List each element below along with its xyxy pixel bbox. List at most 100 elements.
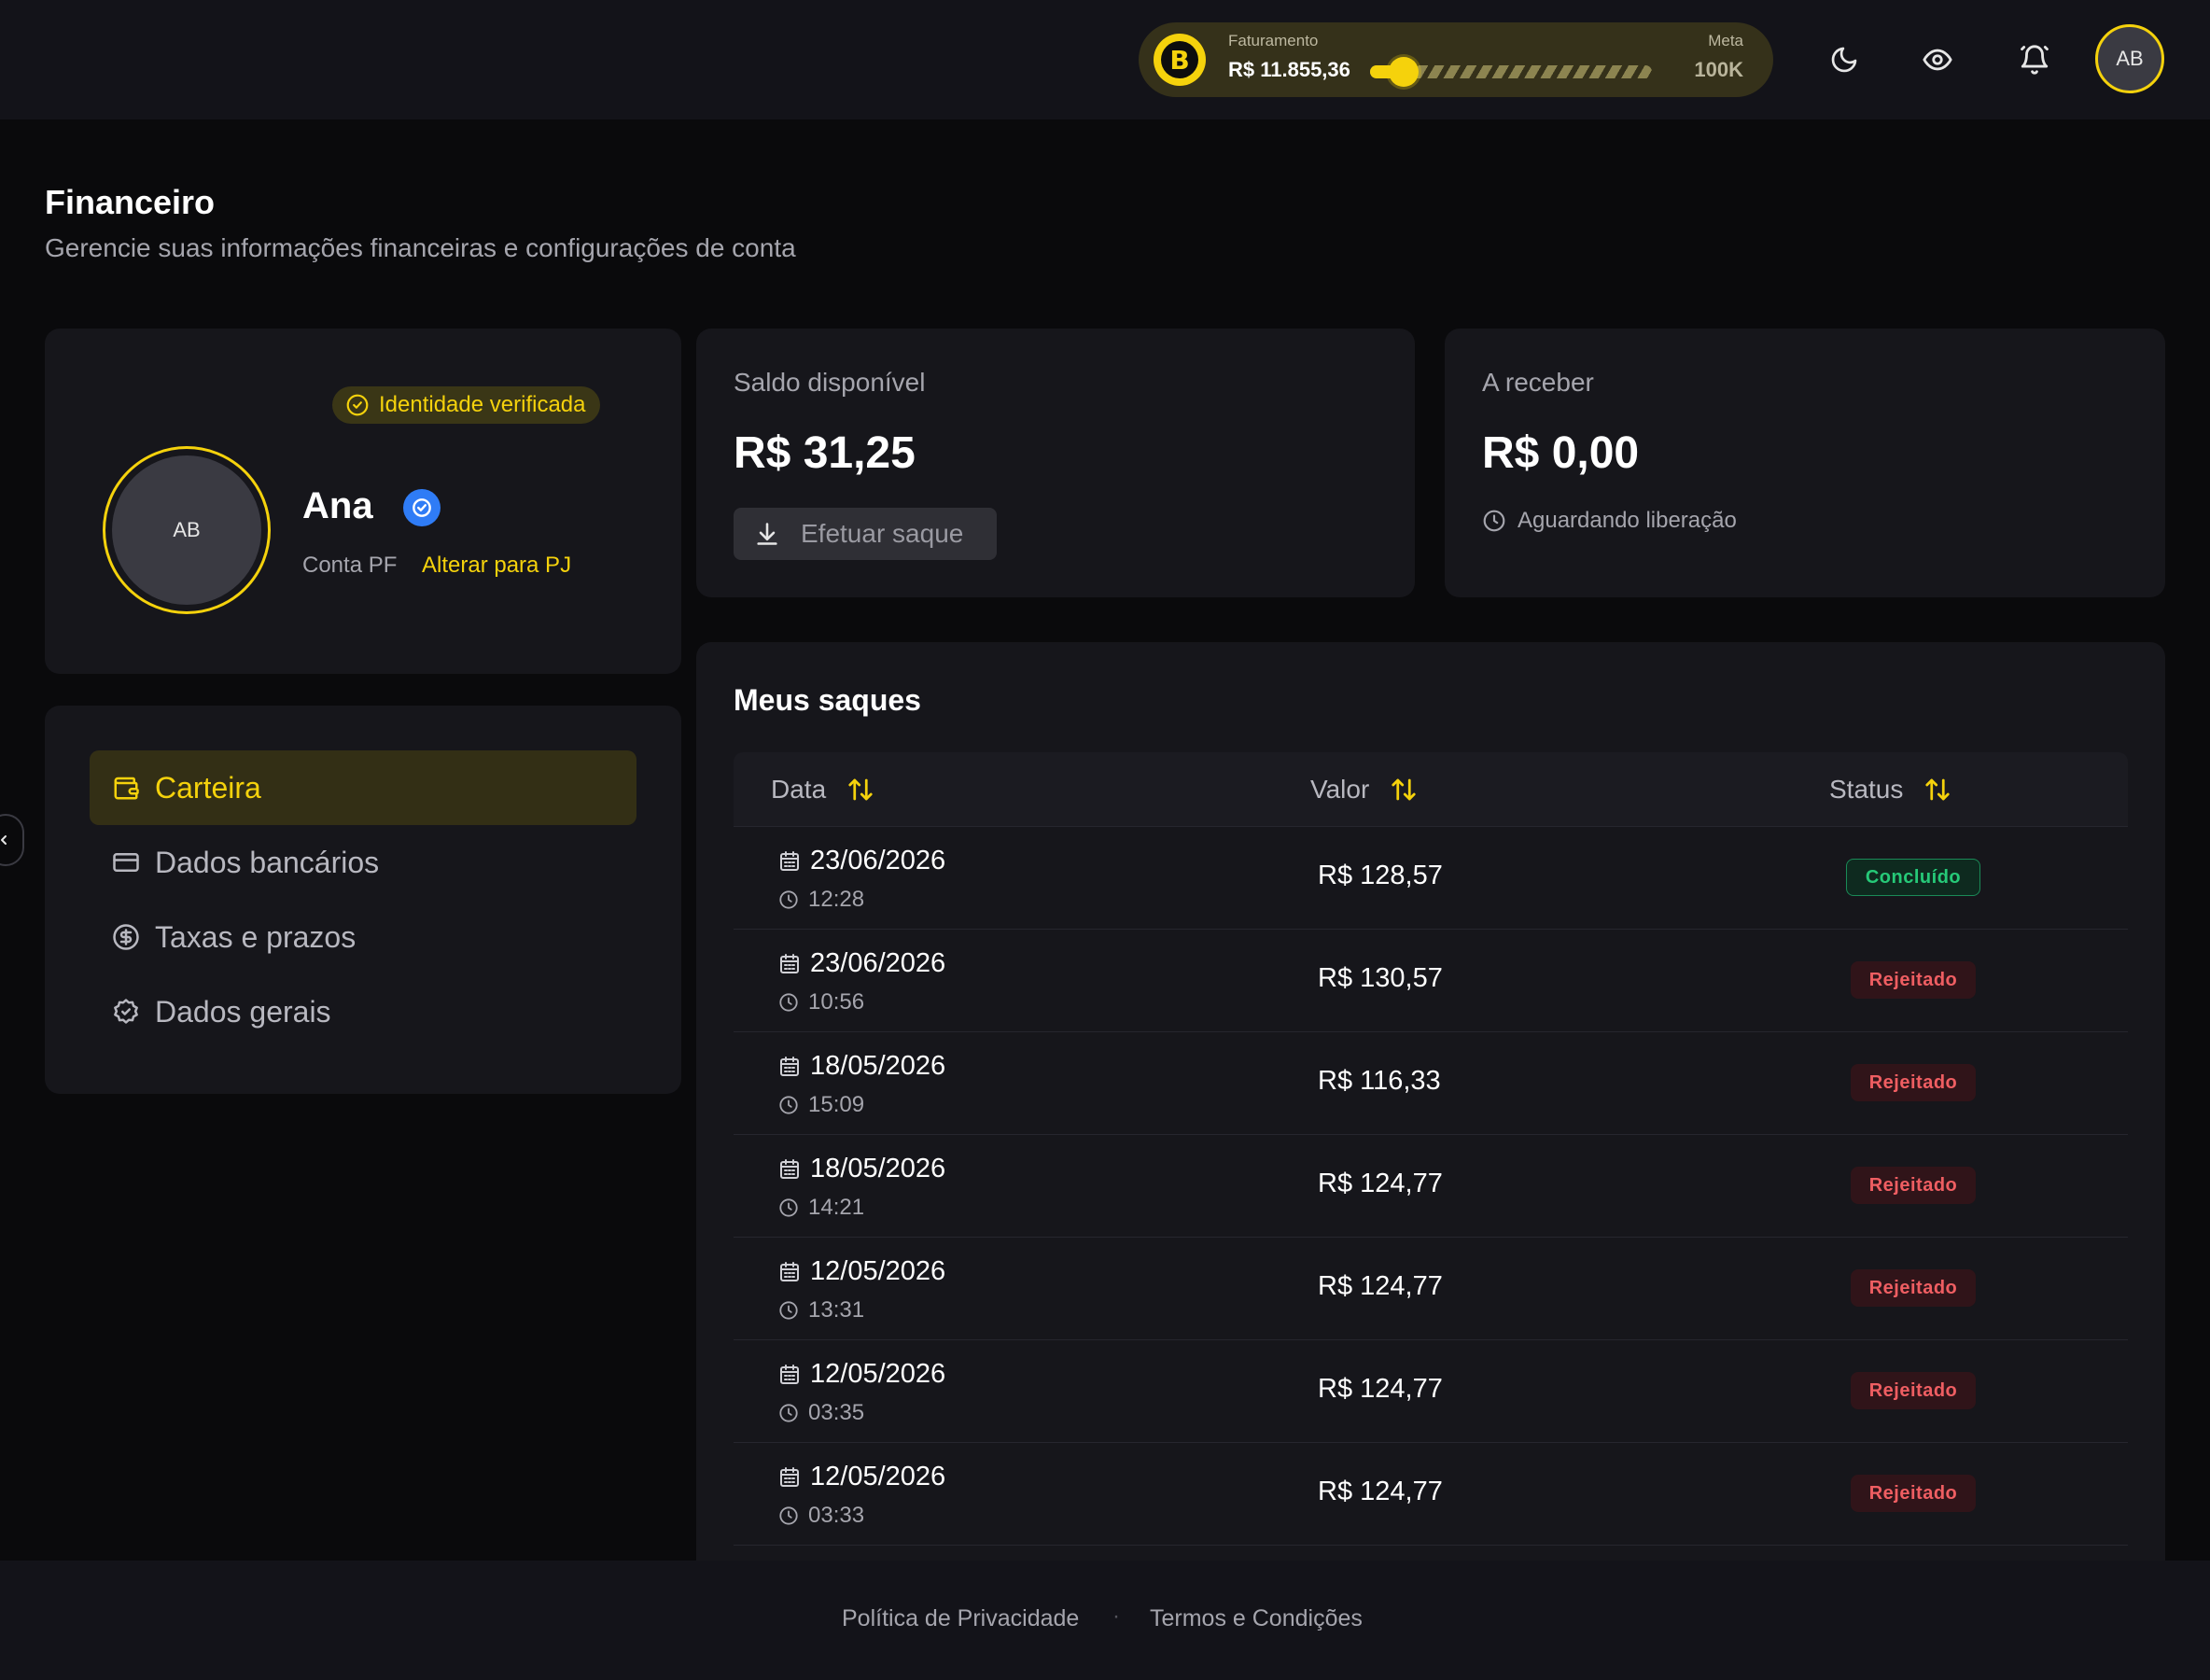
receivable-card: A receber R$ 0,00 Aguardando liberação <box>1445 329 2165 597</box>
sort-icon <box>848 778 873 801</box>
receivable-label: A receber <box>1482 368 1594 397</box>
row-time: 10:56 <box>778 989 864 1015</box>
clock-icon <box>779 1506 798 1525</box>
row-date: 12/05/2026 <box>778 1462 945 1492</box>
top-bar: B Faturamento R$ 11.855,36 Meta 100K AB <box>0 0 2210 119</box>
wallet-icon <box>114 777 139 800</box>
verified-check-icon <box>403 489 441 526</box>
page-title: Financeiro <box>45 183 216 221</box>
table-row[interactable]: 23/06/2026 12:28 R$ 128,57 Concluído <box>734 827 2128 930</box>
terms-link[interactable]: Termos e Condições <box>1150 1605 1363 1632</box>
bell-icon <box>2021 45 2049 75</box>
row-value: R$ 124,77 <box>1318 1169 1443 1198</box>
clock-icon <box>779 1096 798 1114</box>
table-row[interactable]: 23/06/2026 10:56 R$ 130,57 Rejeitado <box>734 930 2128 1032</box>
calendar-icon <box>780 1466 799 1487</box>
sort-icon <box>1925 778 1951 801</box>
calendar-icon <box>780 1056 799 1076</box>
row-time: 12:28 <box>778 887 864 913</box>
menu-item-carteira[interactable]: Carteira <box>90 750 636 825</box>
row-value: R$ 124,77 <box>1318 1271 1443 1301</box>
balance-amount: R$ 31,25 <box>734 428 916 478</box>
status-badge: Rejeitado <box>1851 961 1976 999</box>
identity-verified-badge: Identidade verificada <box>332 386 601 424</box>
withdrawals-card: Meus saques Data Valor Status 23/06/2026… <box>696 642 2165 1561</box>
withdrawals-table-body: 23/06/2026 12:28 R$ 128,57 Concluído 23/… <box>734 827 2128 1546</box>
row-time: 15:09 <box>778 1092 864 1118</box>
page-subtitle: Gerencie suas informações financeiras e … <box>45 233 796 262</box>
row-value: R$ 128,57 <box>1318 861 1443 890</box>
menu-item-label: Carteira <box>155 770 261 805</box>
user-avatar-button[interactable]: AB <box>2095 24 2164 93</box>
menu-item-dados-gerais[interactable]: Dados gerais <box>90 974 636 1049</box>
profile-avatar: AB <box>103 446 271 614</box>
calendar-icon <box>780 953 799 973</box>
profile-card: Identidade verificada AB Ana Conta PF Al… <box>45 329 681 674</box>
withdraw-button[interactable]: Efetuar saque <box>734 508 997 560</box>
withdrawals-title: Meus saques <box>734 683 921 717</box>
row-time: 13:31 <box>778 1297 864 1323</box>
sidebar-collapse-button[interactable] <box>0 814 24 866</box>
clock-icon <box>779 1198 798 1217</box>
dollar-icon <box>113 924 139 950</box>
user-initials: AB <box>2116 47 2144 70</box>
clock-icon <box>779 1404 798 1422</box>
moon-icon <box>1831 47 1857 73</box>
calendar-icon <box>780 850 799 871</box>
identity-verified-label: Identidade verificada <box>379 392 586 417</box>
revenue-goal-widget[interactable]: B Faturamento R$ 11.855,36 Meta 100K <box>1139 22 1773 97</box>
receivable-note: Aguardando liberação <box>1482 508 1737 534</box>
menu-item-taxas-prazos[interactable]: Taxas e prazos <box>90 900 636 974</box>
status-badge: Concluído <box>1846 859 1980 896</box>
switch-to-pj-link[interactable]: Alterar para PJ <box>422 553 571 579</box>
table-row[interactable]: 18/05/2026 15:09 R$ 116,33 Rejeitado <box>734 1032 2128 1135</box>
row-time: 03:35 <box>778 1400 864 1426</box>
goal-progress-knob <box>1388 57 1419 87</box>
notifications-button[interactable] <box>2012 37 2057 82</box>
column-value-header[interactable]: Valor <box>1310 752 1418 827</box>
row-value: R$ 130,57 <box>1318 963 1443 993</box>
menu-item-label: Dados bancários <box>155 845 380 879</box>
status-badge: Rejeitado <box>1851 1269 1976 1307</box>
row-date: 18/05/2026 <box>778 1154 945 1184</box>
column-date-header[interactable]: Data <box>771 752 874 827</box>
table-row[interactable]: 12/05/2026 13:31 R$ 124,77 Rejeitado <box>734 1238 2128 1340</box>
balance-card: Saldo disponível R$ 31,25 Efetuar saque <box>696 329 1415 597</box>
settings-menu: Carteira Dados bancários Taxas e prazos … <box>45 706 681 1094</box>
clock-icon <box>779 1301 798 1320</box>
row-value: R$ 116,33 <box>1318 1066 1441 1096</box>
row-time: 14:21 <box>778 1195 864 1221</box>
table-row[interactable]: 12/05/2026 03:35 R$ 124,77 Rejeitado <box>734 1340 2128 1443</box>
row-date: 12/05/2026 <box>778 1256 945 1287</box>
calendar-icon <box>780 1158 799 1179</box>
sort-icon <box>1392 778 1416 801</box>
table-row[interactable]: 12/05/2026 03:33 R$ 124,77 Rejeitado <box>734 1443 2128 1546</box>
menu-item-dados-bancarios[interactable]: Dados bancários <box>90 825 636 900</box>
profile-name: Ana <box>302 485 373 526</box>
withdraw-label: Efetuar saque <box>801 519 964 548</box>
eye-icon <box>1923 49 1952 71</box>
brand-logo-icon: B <box>1154 34 1206 86</box>
balance-label: Saldo disponível <box>734 368 926 397</box>
row-date: 23/06/2026 <box>778 846 945 876</box>
calendar-icon <box>780 1261 799 1281</box>
toggle-visibility-button[interactable] <box>1915 37 1960 82</box>
status-badge: Rejeitado <box>1851 1167 1976 1204</box>
goal-label: Meta <box>1708 32 1743 49</box>
privacy-policy-link[interactable]: Política de Privacidade <box>842 1605 1079 1632</box>
row-value: R$ 124,77 <box>1318 1477 1443 1506</box>
row-date: 18/05/2026 <box>778 1051 945 1082</box>
clock-icon <box>1483 510 1505 532</box>
theme-toggle-button[interactable] <box>1822 37 1867 82</box>
badge-check-icon <box>114 999 138 1024</box>
row-time: 03:33 <box>778 1503 864 1529</box>
account-type: Conta PF <box>302 553 398 578</box>
clock-icon <box>779 993 798 1012</box>
table-row[interactable]: 18/05/2026 14:21 R$ 124,77 Rejeitado <box>734 1135 2128 1238</box>
download-icon <box>757 523 777 545</box>
table-header: Data Valor Status <box>734 752 2128 827</box>
chevron-left-icon <box>1 835 7 845</box>
card-icon <box>113 853 139 872</box>
column-status-header[interactable]: Status <box>1829 752 1951 827</box>
menu-item-label: Taxas e prazos <box>155 919 357 954</box>
